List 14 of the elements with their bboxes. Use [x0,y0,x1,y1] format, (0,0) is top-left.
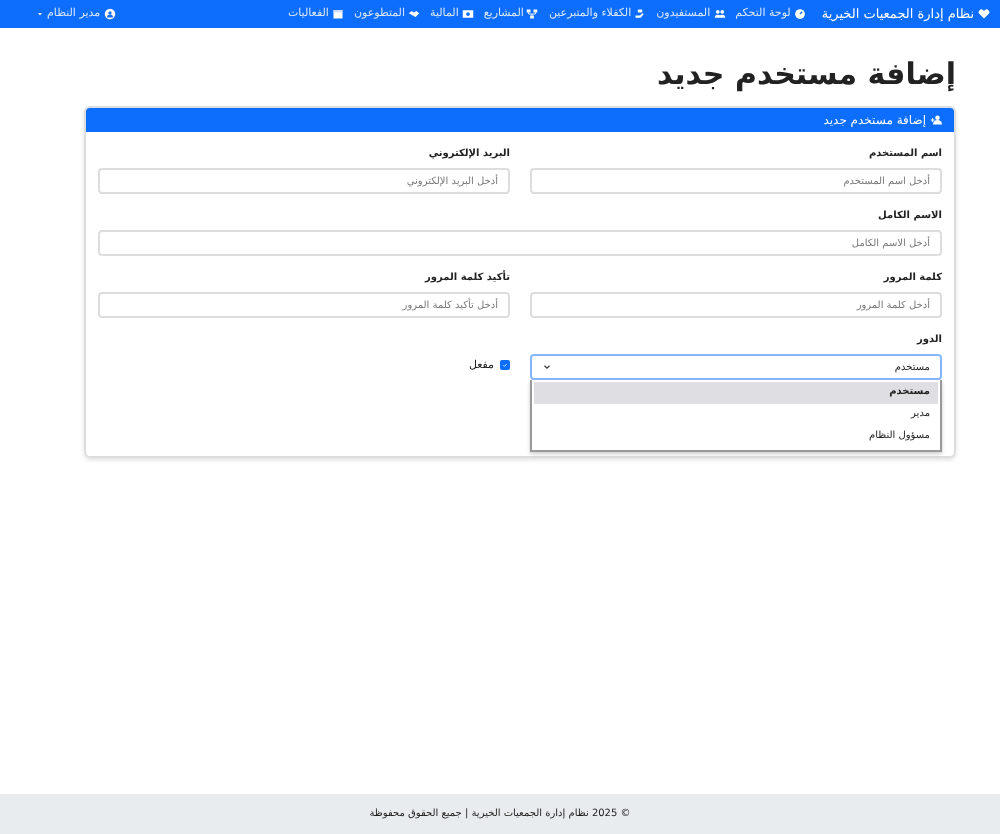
caret-icon [36,10,44,18]
page-title: إضافة مستخدم جديد [654,56,956,92]
sitemap-icon [526,8,539,20]
handshake-icon [408,8,421,20]
checkbox[interactable] [500,360,510,370]
calendar-icon [331,8,344,20]
users-icon [713,8,726,20]
gauge-icon [793,8,806,20]
heart-icon [978,8,990,20]
chevron-icon [542,362,552,372]
hand-icon [634,8,647,20]
banknote-icon [461,8,474,20]
user-circle-icon [103,8,116,20]
user-plus-icon [930,114,942,126]
